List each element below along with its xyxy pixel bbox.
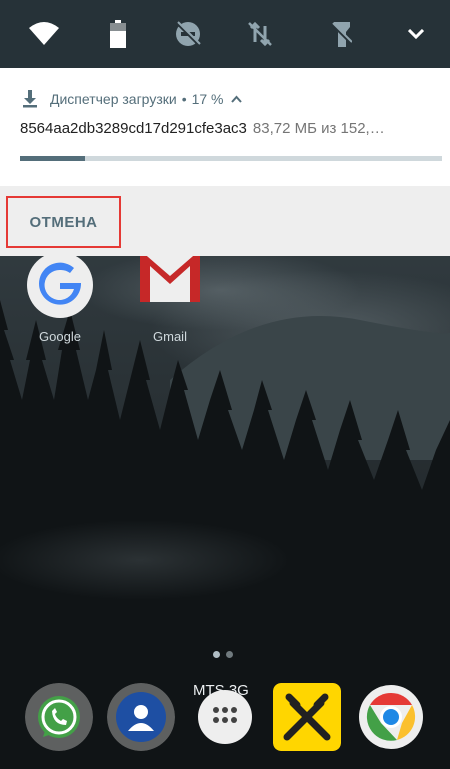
mobile-data-tile[interactable] [240,14,280,54]
wifi-icon [29,22,59,45]
battery-tile[interactable] [98,14,138,54]
mobile-data-off-icon [248,21,272,47]
google-icon [27,252,93,318]
app-name: Диспетчер загрузки [50,91,177,107]
battery-icon [110,20,126,48]
cancel-button[interactable]: ОТМЕНА [6,196,121,248]
chrome-icon[interactable] [357,683,425,751]
download-progress-fill [20,156,86,161]
expand-icon [408,29,424,39]
notification-title: 8564aa2db3289cd17d291cfe3ac3 83,72 МБ из … [20,120,445,137]
file-name: 8564aa2db3289cd17d291cfe3ac3 [20,120,247,137]
gmail-icon [140,250,200,302]
chevron-up-icon[interactable] [230,95,242,103]
notification-actions: ОТМЕНА [0,186,450,256]
expand-tile[interactable] [396,14,436,54]
page-dot [213,651,220,658]
download-notification[interactable]: Диспетчер загрузки • 17 % 8564aa2db3289c… [0,68,450,186]
notification-header: Диспетчер загрузки • 17 % [22,89,242,109]
dnd-off-icon [175,21,201,47]
quick-settings-bar [0,0,450,68]
wifi-tile[interactable] [24,14,64,54]
page-indicator [213,651,233,658]
download-icon [23,90,37,108]
app-label: Gmail [153,329,187,344]
app-drawer-icon[interactable] [191,683,259,751]
app-google[interactable]: Google [20,250,100,344]
flashlight-tile[interactable] [322,14,362,54]
download-progress-bar [20,156,442,161]
whatsapp-icon[interactable] [25,683,93,751]
page-dot [226,651,233,658]
download-size: 83,72 МБ из 152,… [252,120,385,137]
app-gmail[interactable]: Gmail [130,250,210,344]
separator: • [181,91,187,107]
raiffeisen-icon[interactable] [273,683,341,751]
contacts-icon[interactable] [107,683,175,751]
app-label: Google [39,329,81,344]
flashlight-off-icon [332,22,352,47]
dnd-tile[interactable] [168,14,208,54]
download-percent: 17 % [191,91,224,107]
